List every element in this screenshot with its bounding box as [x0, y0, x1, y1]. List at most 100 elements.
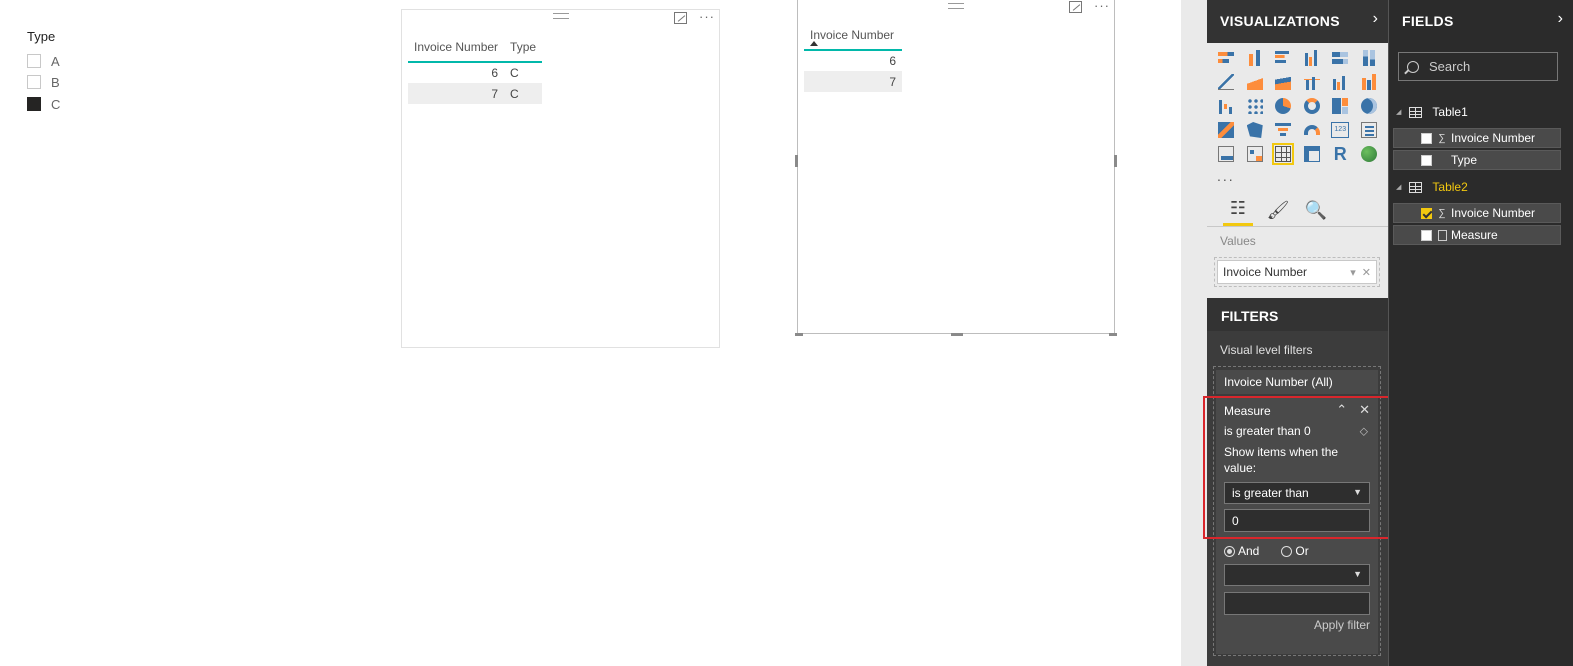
drag-grip-icon[interactable]	[948, 3, 964, 9]
clustered-column-chart-icon[interactable]	[1298, 46, 1327, 70]
visual-type-gallery: 123 R	[1212, 46, 1384, 166]
more-options-icon[interactable]: ···	[699, 10, 715, 24]
table: Invoice Number 6 7	[804, 20, 902, 92]
card-icon[interactable]: 123	[1326, 118, 1355, 142]
collapse-chevron-icon[interactable]: ›	[1558, 10, 1563, 28]
stacked-area-chart-icon[interactable]	[1269, 70, 1298, 94]
condition-value-input-2[interactable]	[1224, 592, 1370, 615]
table-cell: C	[510, 66, 519, 80]
field-checkbox[interactable]	[1421, 154, 1432, 166]
matrix-icon[interactable]	[1298, 142, 1327, 166]
visualizations-header: VISUALIZATIONS ›	[1207, 0, 1388, 43]
filled-map-icon[interactable]	[1212, 118, 1241, 142]
slicer-checkbox[interactable]	[27, 54, 41, 68]
line-chart-icon[interactable]	[1212, 70, 1241, 94]
collapse-chevron-icon[interactable]: ›	[1373, 10, 1378, 28]
analytics-magnifier-icon[interactable]: 🔍	[1301, 194, 1331, 226]
stacked-column-chart-icon[interactable]	[1241, 46, 1270, 70]
sigma-icon: ∑	[1438, 207, 1446, 219]
radio-selected-icon	[1224, 545, 1235, 557]
table-name: Table1	[1432, 105, 1468, 119]
waterfall-chart-icon[interactable]	[1212, 94, 1241, 118]
100-percent-bar-chart-icon[interactable]	[1326, 46, 1355, 70]
field-checkbox[interactable]	[1421, 132, 1432, 144]
gauge-icon[interactable]	[1298, 118, 1327, 142]
field-item-table2-invoice-number[interactable]: ∑ Invoice Number	[1393, 203, 1561, 223]
r-visual-icon[interactable]: R	[1326, 142, 1355, 166]
chevron-down-icon[interactable]: ▾	[1350, 266, 1356, 279]
slicer-item-b[interactable]: B	[27, 73, 60, 91]
focus-mode-icon[interactable]	[1069, 1, 1082, 13]
area-chart-icon[interactable]	[1241, 70, 1270, 94]
slicer-icon[interactable]	[1241, 142, 1270, 166]
and-radio[interactable]: And	[1224, 544, 1259, 558]
more-options-icon[interactable]: ···	[1094, 0, 1110, 13]
or-radio[interactable]: Or	[1281, 544, 1309, 558]
ribbon-chart-icon[interactable]	[1355, 70, 1384, 94]
table-row: 6 C	[408, 62, 542, 83]
shape-map-icon[interactable]	[1241, 118, 1270, 142]
expand-caret-icon[interactable]: ◢	[1396, 183, 1401, 191]
line-and-column-chart-icon[interactable]	[1298, 70, 1327, 94]
slicer-checkbox[interactable]	[27, 75, 41, 89]
clustered-bar-chart-icon[interactable]	[1269, 46, 1298, 70]
focus-mode-icon[interactable]	[674, 12, 687, 24]
field-checkbox[interactable]	[1421, 229, 1432, 241]
resize-handle[interactable]	[795, 155, 798, 167]
condition-dropdown-2[interactable]: ▼	[1224, 564, 1370, 586]
table-name: Table2	[1432, 180, 1468, 194]
table-cell: 6	[491, 66, 499, 80]
table-node-table1[interactable]: ◢ Table1	[1396, 103, 1468, 121]
invoice-number-filter-card[interactable]: Invoice Number (All)	[1216, 370, 1378, 394]
scatter-chart-icon[interactable]	[1241, 94, 1270, 118]
field-checkbox-checked[interactable]	[1421, 207, 1432, 219]
resize-handle[interactable]	[951, 333, 963, 336]
field-item-table2-measure[interactable]: Measure	[1393, 225, 1561, 245]
drag-grip-icon[interactable]	[552, 13, 569, 19]
table-row: 6	[804, 50, 902, 71]
field-item-table1-invoice-number[interactable]: ∑ Invoice Number	[1393, 128, 1561, 148]
table-cell: 7	[804, 71, 902, 92]
funnel-icon[interactable]	[1269, 118, 1298, 142]
table-icon	[1409, 106, 1423, 118]
multi-row-card-icon[interactable]	[1355, 118, 1384, 142]
field-name: Invoice Number	[1451, 131, 1536, 145]
kpi-icon[interactable]	[1212, 142, 1241, 166]
table-visual-2[interactable]: ··· Invoice Number 6 7	[795, 0, 1117, 336]
expand-caret-icon[interactable]: ◢	[1396, 108, 1401, 116]
dropdown-arrow-icon: ▼	[1353, 569, 1362, 579]
apply-filter-button[interactable]: Apply filter	[1314, 618, 1370, 632]
more-visuals-icon[interactable]: ...	[1217, 168, 1235, 184]
fields-title: FIELDS	[1402, 13, 1454, 29]
pie-chart-icon[interactable]	[1269, 94, 1298, 118]
line-and-clustered-column-chart-icon[interactable]	[1326, 70, 1355, 94]
field-item-table1-type[interactable]: Type	[1393, 150, 1561, 170]
stacked-bar-chart-icon[interactable]	[1212, 46, 1241, 70]
resize-handle[interactable]	[1114, 155, 1117, 167]
column-header-type[interactable]: Type	[504, 32, 543, 63]
calculator-icon	[1438, 229, 1447, 241]
values-field-pill[interactable]: Invoice Number ▾ ✕	[1217, 260, 1377, 284]
donut-chart-icon[interactable]	[1298, 94, 1327, 118]
format-paint-roller-icon[interactable]: 🖌	[1263, 194, 1293, 226]
table-node-table2[interactable]: ◢ Table2	[1396, 178, 1468, 196]
slicer-item-a[interactable]: A	[27, 52, 60, 70]
100-percent-column-chart-icon[interactable]	[1355, 46, 1384, 70]
column-header-invoice-number[interactable]: Invoice Number	[408, 32, 505, 63]
globe-icon[interactable]	[1355, 142, 1384, 166]
treemap-icon[interactable]	[1326, 94, 1355, 118]
table-visual-1[interactable]: ··· Invoice Number Type 6 C 7 C	[401, 9, 720, 348]
resize-handle[interactable]	[1109, 333, 1117, 336]
close-icon[interactable]: ✕	[1362, 266, 1371, 279]
table-cell: C	[504, 83, 543, 104]
column-header-invoice-number[interactable]: Invoice Number	[804, 20, 902, 51]
fields-search-input[interactable]: Search	[1398, 52, 1558, 81]
table-icon[interactable]	[1269, 142, 1298, 166]
resize-handle[interactable]	[795, 333, 803, 336]
sort-ascending-icon[interactable]	[810, 41, 818, 46]
table-cell: 6	[889, 54, 896, 68]
fields-tab-icon[interactable]: ☷	[1223, 194, 1253, 226]
map-icon[interactable]	[1355, 94, 1384, 118]
slicer-item-c[interactable]: C	[27, 95, 60, 113]
slicer-checkbox-checked[interactable]	[27, 97, 41, 111]
